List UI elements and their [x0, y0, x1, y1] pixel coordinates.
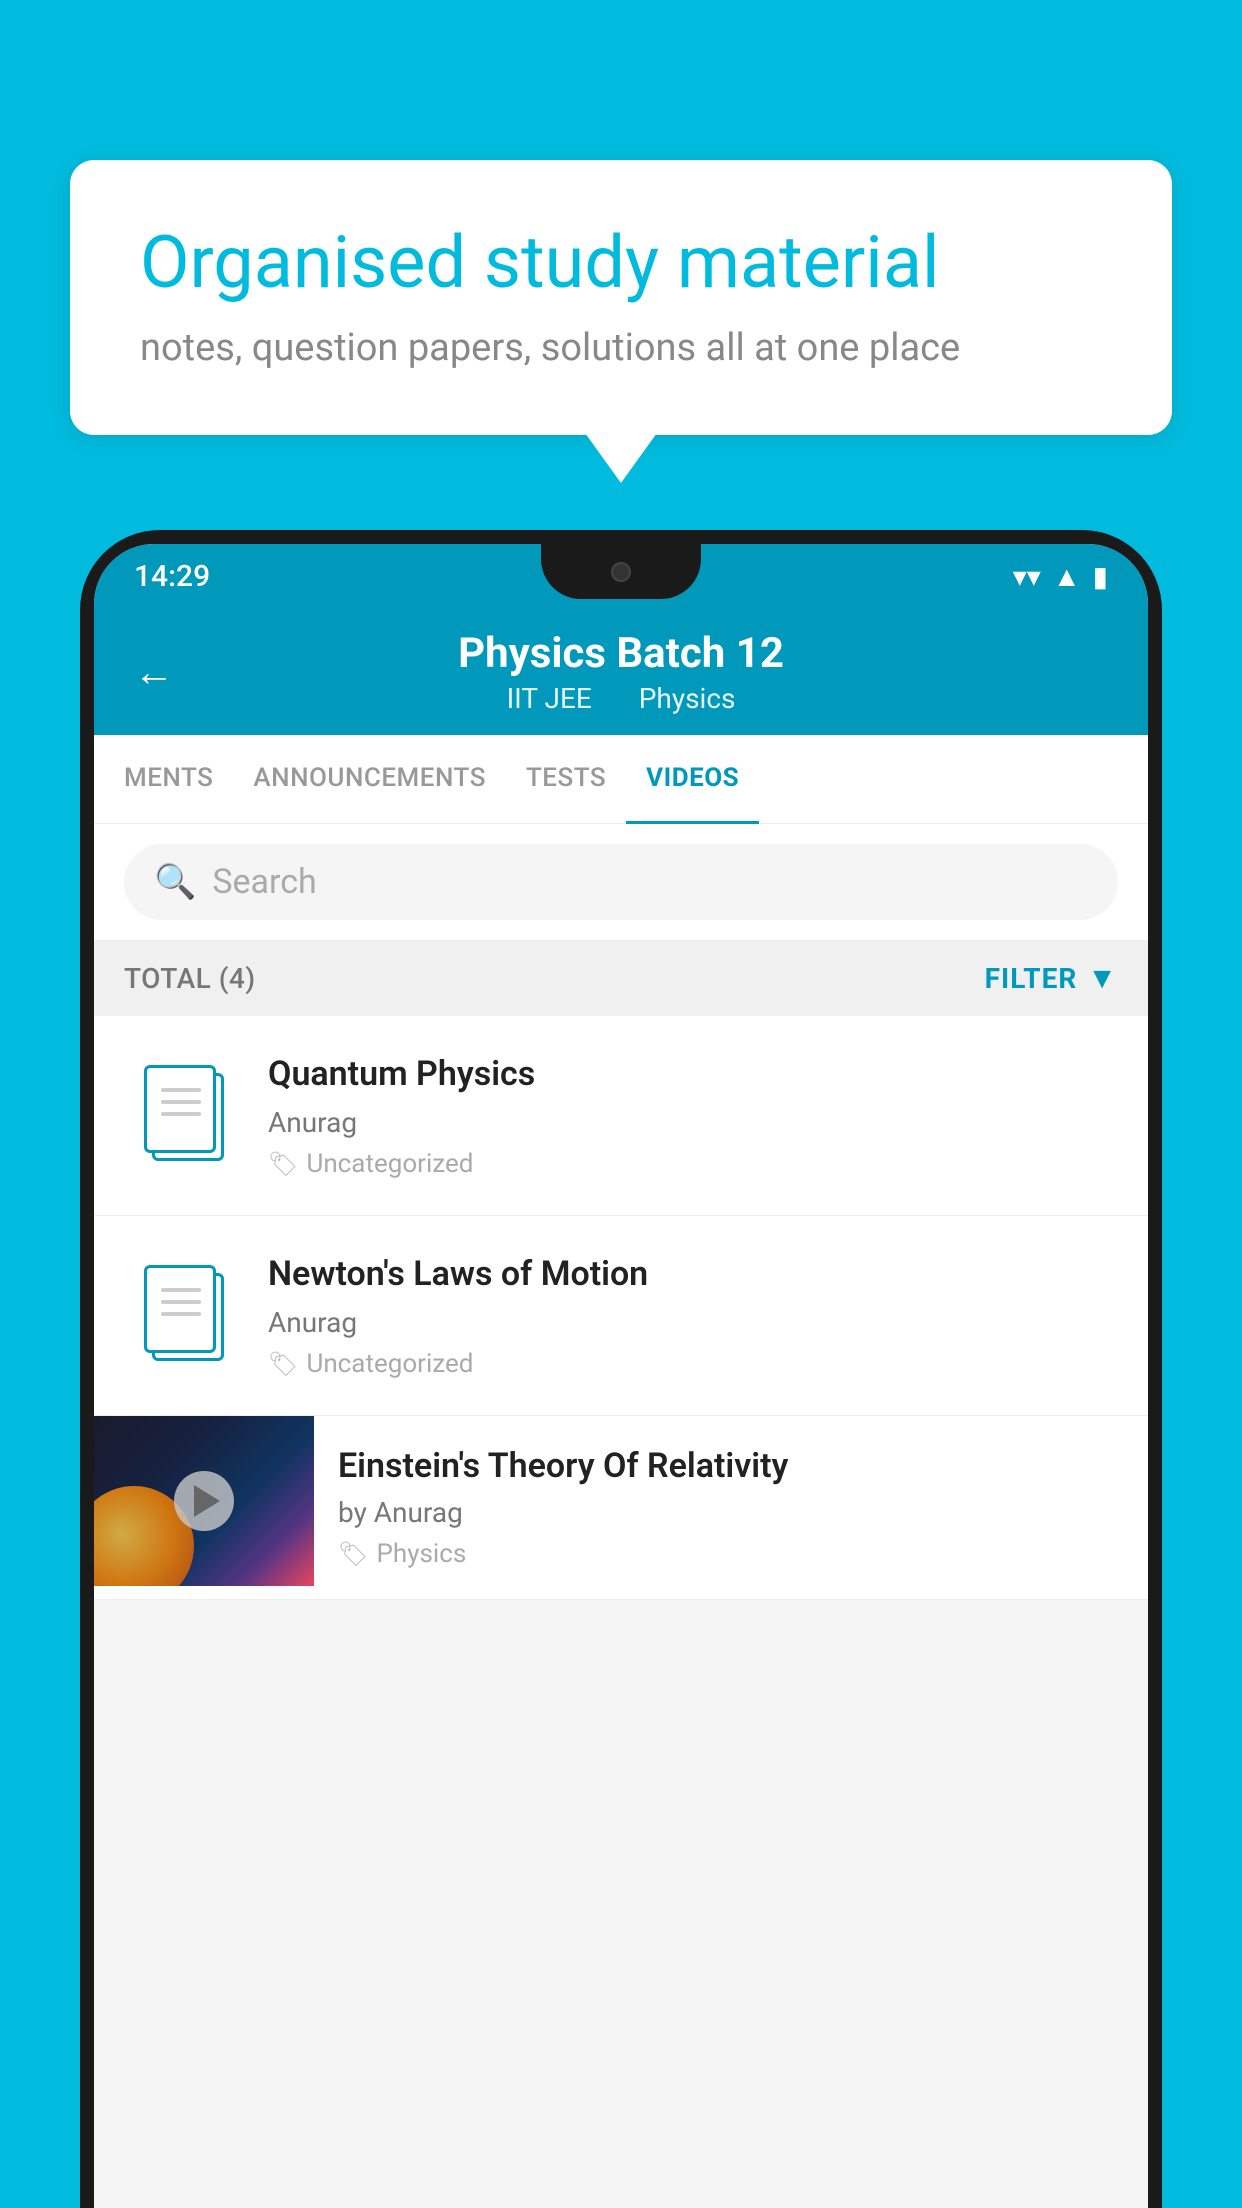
filter-label: FILTER: [985, 962, 1078, 995]
speech-bubble: Organised study material notes, question…: [70, 160, 1172, 435]
tab-announcements[interactable]: ANNOUNCEMENTS: [233, 735, 506, 824]
search-placeholder: Search: [212, 862, 316, 902]
search-bar[interactable]: 🔍 Search: [124, 844, 1118, 920]
list-item[interactable]: Newton's Laws of Motion Anurag 🏷 Uncateg…: [94, 1216, 1148, 1416]
camera-dot: [611, 562, 631, 582]
play-icon: [194, 1485, 220, 1517]
video-tag-3: 🏷 Physics: [338, 1539, 1124, 1569]
total-label: TOTAL (4): [124, 962, 256, 995]
filter-button[interactable]: FILTER ▼: [985, 961, 1118, 996]
back-button[interactable]: ←: [134, 649, 174, 696]
filter-row: TOTAL (4) FILTER ▼: [94, 941, 1148, 1016]
video-author-3: by Anurag: [338, 1496, 1124, 1529]
header-subtitle: IIT JEE Physics: [134, 682, 1108, 715]
status-bar: 14:29 ▾▾ ▲ ▮: [94, 544, 1148, 609]
speech-bubble-section: Organised study material notes, question…: [70, 160, 1172, 435]
subtitle-right: Physics: [639, 682, 736, 715]
video-title-2: Newton's Laws of Motion: [268, 1252, 1118, 1296]
bubble-subtitle: notes, question papers, solutions all at…: [140, 326, 1102, 370]
filter-icon: ▼: [1087, 961, 1118, 996]
play-button[interactable]: [174, 1471, 234, 1531]
notch: [541, 544, 701, 599]
video-author-2: Anurag: [268, 1306, 1118, 1339]
file-icon-2: [124, 1252, 244, 1372]
wifi-icon: ▾▾: [1013, 560, 1041, 593]
app-header: ← Physics Batch 12 IIT JEE Physics: [94, 609, 1148, 735]
list-item[interactable]: Einstein's Theory Of Relativity by Anura…: [94, 1416, 1148, 1600]
status-time: 14:29: [134, 559, 210, 594]
video-title-1: Quantum Physics: [268, 1052, 1118, 1096]
subtitle-left: IIT JEE: [507, 682, 592, 715]
battery-icon: ▮: [1093, 560, 1108, 593]
phone-content: 🔍 Search TOTAL (4) FILTER ▼: [94, 824, 1148, 2208]
phone-frame: 14:29 ▾▾ ▲ ▮ ← Physics Batch 12 IIT JEE …: [80, 530, 1162, 2208]
video-info-3: Einstein's Theory Of Relativity by Anura…: [314, 1416, 1148, 1599]
video-list: Quantum Physics Anurag 🏷 Uncategorized: [94, 1016, 1148, 1600]
tag-icon: 🏷: [338, 1540, 368, 1568]
status-icons: ▾▾ ▲ ▮: [1013, 560, 1108, 593]
file-icon-1: [124, 1052, 244, 1172]
tab-videos[interactable]: VIDEOS: [626, 735, 759, 824]
video-info-2: Newton's Laws of Motion Anurag 🏷 Uncateg…: [268, 1252, 1118, 1379]
video-author-1: Anurag: [268, 1106, 1118, 1139]
signal-icon: ▲: [1053, 560, 1081, 593]
list-item[interactable]: Quantum Physics Anurag 🏷 Uncategorized: [94, 1016, 1148, 1216]
video-tag-1: 🏷 Uncategorized: [268, 1149, 1118, 1179]
phone-inner: 14:29 ▾▾ ▲ ▮ ← Physics Batch 12 IIT JEE …: [94, 544, 1148, 2208]
search-bar-container: 🔍 Search: [94, 824, 1148, 941]
tab-ments[interactable]: MENTS: [104, 735, 233, 824]
tag-icon: 🏷: [268, 1150, 298, 1178]
tab-bar: MENTS ANNOUNCEMENTS TESTS VIDEOS: [94, 735, 1148, 824]
video-tag-2: 🏷 Uncategorized: [268, 1349, 1118, 1379]
video-thumbnail-3: [94, 1416, 314, 1586]
tab-tests[interactable]: TESTS: [506, 735, 626, 824]
video-title-3: Einstein's Theory Of Relativity: [338, 1446, 1124, 1486]
header-title: Physics Batch 12: [134, 629, 1108, 678]
search-icon: 🔍: [154, 862, 196, 902]
tag-icon: 🏷: [268, 1350, 298, 1378]
bubble-title: Organised study material: [140, 220, 1102, 306]
video-info-1: Quantum Physics Anurag 🏷 Uncategorized: [268, 1052, 1118, 1179]
